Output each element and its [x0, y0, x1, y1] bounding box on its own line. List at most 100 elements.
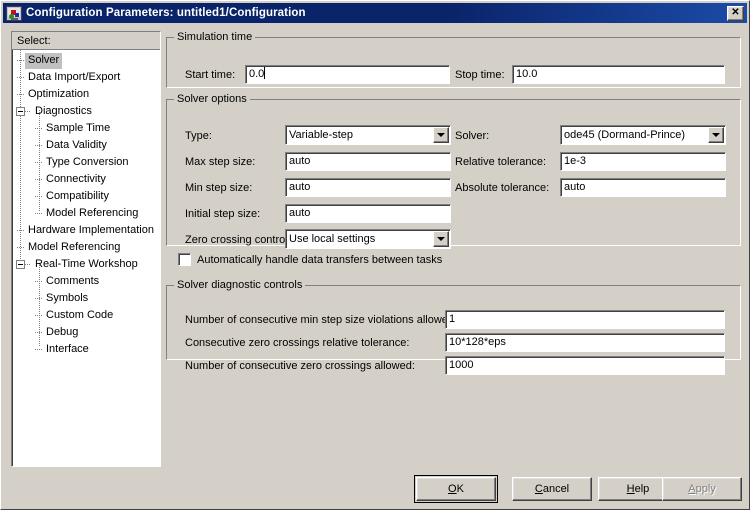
sidebar-item-label: Comments — [46, 274, 100, 287]
sidebar-item-data-import-export[interactable]: Data Import/Export — [12, 69, 160, 86]
sidebar-item-compatibility[interactable]: Compatibility — [12, 188, 160, 205]
apply-button[interactable]: Apply — [662, 477, 742, 501]
zero-crossing-control-select[interactable]: Use local settings — [285, 229, 451, 249]
sidebar-item-diagnostics[interactable]: Diagnostics — [12, 103, 160, 120]
zero-crossings-allowed-label: Number of consecutive zero crossings all… — [185, 360, 415, 372]
sidebar-item-sample-time[interactable]: Sample Time — [12, 120, 160, 137]
sidebar-item-optimization[interactable]: Optimization — [12, 86, 160, 103]
tree-connector — [34, 123, 43, 134]
tree-connector — [34, 293, 43, 304]
solver-options-legend: Solver options — [177, 93, 247, 105]
max-step-size-input[interactable]: auto — [285, 152, 451, 171]
help-button-label: Help — [626, 483, 650, 495]
sidebar-item-label: Data Validity — [46, 138, 107, 151]
zero-crossing-control-label: Zero crossing control: — [185, 234, 291, 246]
tree-connector — [16, 225, 25, 236]
absolute-tolerance-label: Absolute tolerance: — [455, 182, 550, 194]
type-label: Type: — [185, 130, 212, 142]
close-icon[interactable]: ✕ — [727, 5, 744, 21]
sidebar-item-symbols[interactable]: Symbols — [12, 290, 160, 307]
simulation-time-legend: Simulation time — [177, 31, 253, 43]
stop-time-label: Stop time: — [455, 69, 505, 81]
relative-tolerance-input[interactable]: 1e-3 — [560, 152, 726, 171]
tree-connector — [25, 106, 32, 117]
sidebar-item-label: Connectivity — [46, 172, 106, 185]
start-time-label: Start time: — [185, 69, 236, 81]
sidebar-item-label: Sample Time — [46, 121, 111, 134]
sidebar-item-type-conversion[interactable]: Type Conversion — [12, 154, 160, 171]
dialog-button-bar: OK Cancel Help Apply — [1, 473, 750, 507]
cancel-button-label: Cancel — [534, 483, 570, 495]
tree-connector — [34, 191, 43, 202]
simulation-time-group: Simulation time Start time: 0.0 Stop tim… — [166, 31, 741, 88]
solver-options-group: Solver options Type: Variable-step Solve… — [166, 93, 741, 249]
chevron-down-icon[interactable] — [708, 127, 724, 143]
absolute-tolerance-input[interactable]: auto — [560, 178, 726, 197]
sidebar-item-comments[interactable]: Comments — [12, 273, 160, 290]
sidebar-item-solver[interactable]: Solver — [12, 52, 160, 69]
select-tree-list[interactable]: Solver Data Import/Export Optimization Diag… — [12, 50, 160, 358]
sidebar-item-label: Symbols — [46, 291, 89, 304]
sidebar-item-label: Type Conversion — [46, 155, 129, 168]
sidebar-item-connectivity[interactable]: Connectivity — [12, 171, 160, 188]
sidebar-item-label: Model Referencing — [46, 206, 139, 219]
apply-button-label: Apply — [688, 483, 716, 495]
sidebar-item-label: Compatibility — [46, 189, 109, 202]
sidebar-item-custom-code[interactable]: Custom Code — [12, 307, 160, 324]
start-time-input[interactable]: 0.0 — [245, 65, 450, 84]
sidebar-item-label: Hardware Implementation — [28, 223, 154, 236]
chevron-down-icon[interactable] — [433, 231, 449, 247]
sidebar-item-label: Interface — [46, 342, 89, 355]
sidebar-item-label: Model Referencing — [28, 240, 121, 253]
tree-connector — [34, 157, 43, 168]
zero-crossings-rel-tolerance-input[interactable]: 10*128*eps — [445, 333, 725, 352]
tree-connector — [34, 174, 43, 185]
zero-crossings-rel-tolerance-label: Consecutive zero crossings relative tole… — [185, 337, 410, 349]
sidebar-item-label: Data Import/Export — [28, 70, 121, 83]
type-select[interactable]: Variable-step — [285, 125, 451, 145]
sidebar-item-hardware-implementation[interactable]: Hardware Implementation — [12, 222, 160, 239]
sidebar-item-label: Optimization — [28, 87, 90, 100]
ok-button-label: OK — [448, 483, 464, 495]
sidebar-item-real-time-workshop[interactable]: Real-Time Workshop — [12, 256, 160, 273]
initial-step-size-label: Initial step size: — [185, 208, 261, 220]
tree-connector — [16, 72, 25, 83]
initial-step-size-input[interactable]: auto — [285, 204, 451, 223]
auto-handle-data-transfers-checkbox[interactable] — [178, 253, 191, 266]
sidebar-item-model-referencing[interactable]: Model Referencing — [12, 239, 160, 256]
tree-connector — [25, 259, 32, 270]
solver-select[interactable]: ode45 (Dormand-Prince) — [560, 125, 726, 145]
sidebar-item-model-referencing[interactable]: Model Referencing — [12, 205, 160, 222]
min-step-size-label: Min step size: — [185, 182, 253, 194]
zero-crossings-allowed-input[interactable]: 1000 — [445, 356, 725, 375]
select-tree-panel[interactable]: Select: Solver Data Import/Export Optimiza… — [11, 31, 161, 467]
sidebar-item-label: Real-Time Workshop — [35, 257, 138, 270]
tree-connector — [34, 344, 43, 355]
max-step-size-label: Max step size: — [185, 156, 256, 168]
ok-button[interactable]: OK — [414, 475, 498, 503]
sidebar-item-debug[interactable]: Debug — [12, 324, 160, 341]
chevron-down-icon[interactable] — [433, 127, 449, 143]
window-title: Configuration Parameters: untitled1/Conf… — [26, 7, 306, 19]
tree-expander-collapse-icon[interactable] — [16, 107, 25, 116]
min-step-violations-label: Number of consecutive min step size viol… — [185, 314, 458, 326]
solver-diagnostic-controls-group: Solver diagnostic controls Number of con… — [166, 279, 741, 375]
stop-time-input[interactable]: 10.0 — [512, 65, 725, 84]
sidebar-item-label: Custom Code — [46, 308, 114, 321]
sidebar-item-label: Diagnostics — [35, 104, 92, 117]
cancel-button[interactable]: Cancel — [512, 477, 592, 501]
sidebar-item-data-validity[interactable]: Data Validity — [12, 137, 160, 154]
min-step-size-input[interactable]: auto — [285, 178, 451, 197]
tree-connector — [34, 310, 43, 321]
auto-handle-data-transfers-label: Automatically handle data transfers betw… — [197, 253, 443, 266]
solver-label: Solver: — [455, 130, 490, 142]
solver-diagnostic-controls-legend: Solver diagnostic controls — [177, 279, 303, 291]
tree-expander-collapse-icon[interactable] — [16, 260, 25, 269]
tree-connector — [34, 208, 43, 219]
auto-handle-data-transfers-row[interactable]: Automatically handle data transfers betw… — [178, 253, 442, 266]
min-step-violations-input[interactable]: 1 — [445, 310, 725, 329]
sidebar-item-interface[interactable]: Interface — [12, 341, 160, 358]
configuration-parameters-dialog: Configuration Parameters: untitled1/Conf… — [0, 0, 750, 510]
select-tree-header: Select: — [12, 32, 160, 50]
title-bar[interactable]: Configuration Parameters: untitled1/Conf… — [3, 3, 747, 23]
